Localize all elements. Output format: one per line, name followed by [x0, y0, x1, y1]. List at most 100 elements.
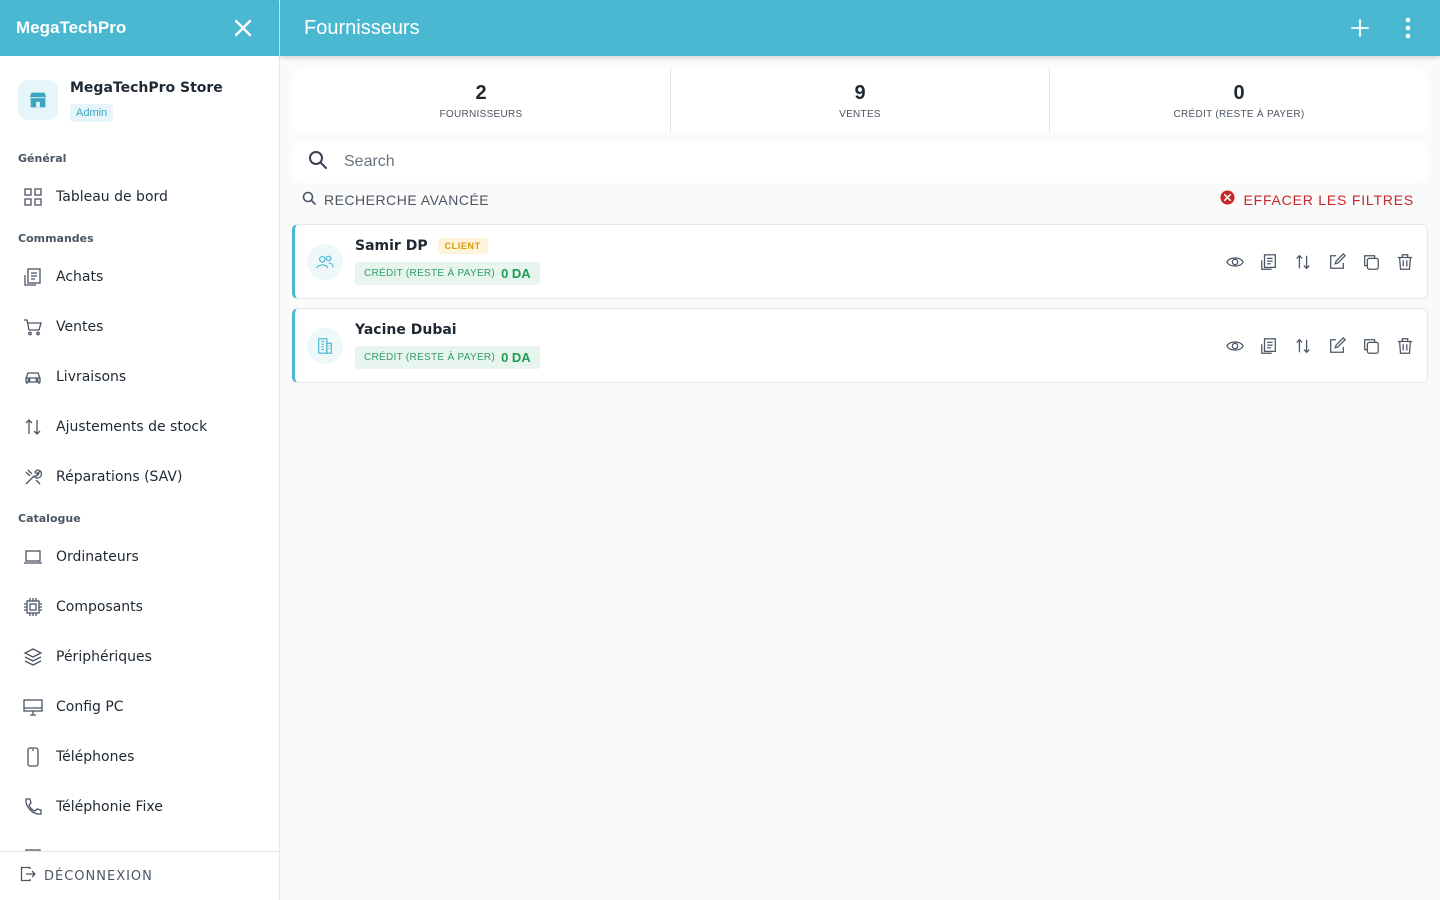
sidebar-item-achats[interactable]: Achats [0, 252, 279, 302]
statement-button[interactable] [1259, 252, 1279, 272]
logout-label: DÉCONNEXION [44, 868, 153, 884]
sidebar-item-composants[interactable]: Composants [0, 582, 279, 632]
receipt-icon [1261, 253, 1276, 270]
supplier-card[interactable]: Samir DP CLIENT CRÉDIT (RESTE À PAYER) 0… [292, 224, 1428, 299]
trash-icon [1397, 337, 1413, 354]
sidebar-item-peripheriques[interactable]: Périphériques [0, 632, 279, 682]
statement-button[interactable] [1259, 336, 1279, 356]
copy-icon [1364, 338, 1379, 354]
close-icon[interactable] [231, 16, 255, 40]
clear-filters-button[interactable]: EFFACER LES FILTRES [1220, 190, 1414, 210]
sidebar-item-label: Achats [56, 269, 104, 285]
sidebar-item-label: Ventes [56, 319, 104, 335]
supplier-card[interactable]: Yacine Dubai CRÉDIT (RESTE À PAYER) 0 DA [292, 308, 1428, 383]
stat-label: CRÉDIT (RESTE À PAYER) [1173, 108, 1305, 120]
credit-chip: CRÉDIT (RESTE À PAYER) 0 DA [355, 262, 540, 285]
supplier-name: Samir DP [355, 238, 428, 254]
add-button[interactable] [1344, 12, 1376, 44]
sidebar-item-dashboard[interactable]: Tableau de bord [0, 172, 279, 222]
view-button[interactable] [1225, 252, 1245, 272]
edit-icon [1330, 336, 1346, 353]
sidebar: MegaTechPro MegaTechPro Store Admin Géné… [0, 0, 280, 900]
advanced-search-button[interactable]: RECHERCHE AVANCÉE [302, 191, 489, 210]
more-menu-button[interactable] [1392, 12, 1424, 44]
credit-chip: CRÉDIT (RESTE À PAYER) 0 DA [355, 346, 540, 369]
view-button[interactable] [1225, 336, 1245, 356]
more-vertical-icon [1405, 17, 1411, 39]
sidebar-item-ordinateurs[interactable]: Ordinateurs [0, 532, 279, 582]
logout-button[interactable]: DÉCONNEXION [0, 851, 279, 900]
delete-button[interactable] [1395, 336, 1415, 356]
search-input[interactable] [344, 153, 1344, 171]
car-icon [22, 366, 44, 388]
eye-icon [1226, 256, 1244, 267]
store-card: MegaTechPro Store Admin [18, 80, 223, 122]
sidebar-item-label: Tableau de bord [56, 189, 168, 205]
swap-icon [22, 416, 44, 438]
search-icon [302, 191, 316, 210]
stat-fournisseurs: 2 FOURNISSEURS [292, 68, 671, 133]
brand-name: MegaTechPro [16, 18, 127, 37]
transfer-button[interactable] [1293, 252, 1313, 272]
stat-label: VENTES [839, 108, 881, 120]
credit-label: CRÉDIT (RESTE À PAYER) [364, 268, 496, 279]
sidebar-item-label: Réparations (SAV) [56, 469, 183, 485]
stat-ventes: 9 VENTES [671, 68, 1050, 133]
stat-value: 2 [475, 81, 487, 104]
close-circle-icon [1220, 190, 1235, 210]
store-icon [18, 80, 58, 120]
landline-icon [22, 796, 44, 818]
tools-icon [22, 466, 44, 488]
users-icon [307, 243, 343, 280]
sidebar-item-livraisons[interactable]: Livraisons [0, 352, 279, 402]
section-catalogue: Catalogue [18, 512, 81, 525]
client-badge: CLIENT [437, 238, 488, 254]
delete-button[interactable] [1395, 252, 1415, 272]
sidebar-item-label: Périphériques [56, 649, 152, 665]
edit-button[interactable] [1327, 336, 1347, 356]
monitor-icon [22, 696, 44, 718]
stat-credit: 0 CRÉDIT (RESTE À PAYER) [1050, 68, 1428, 133]
phone-icon [22, 746, 44, 768]
sidebar-item-reparations[interactable]: Réparations (SAV) [0, 452, 279, 502]
sidebar-item-more[interactable] [0, 832, 279, 851]
search-icon [308, 150, 328, 175]
stat-value: 0 [1233, 81, 1245, 104]
receipt-icon [1261, 337, 1276, 354]
swap-icon [1296, 254, 1310, 269]
plus-icon [1351, 19, 1369, 37]
building-icon [307, 327, 343, 364]
cart-icon [22, 316, 44, 338]
role-badge: Admin [70, 104, 114, 122]
search-bar [292, 141, 1428, 183]
duplicate-button[interactable] [1361, 336, 1381, 356]
laptop-icon [22, 546, 44, 568]
sidebar-item-ventes[interactable]: Ventes [0, 302, 279, 352]
main-content: Fournisseurs 2 FOURNISSEURS 9 VENTES 0 C… [280, 0, 1440, 900]
credit-value: 0 DA [501, 266, 531, 281]
sidebar-item-telephones[interactable]: Téléphones [0, 732, 279, 782]
section-commandes: Commandes [18, 232, 94, 245]
top-bar: Fournisseurs [280, 0, 1440, 56]
filter-bar: RECHERCHE AVANCÉE EFFACER LES FILTRES [292, 188, 1428, 212]
edit-button[interactable] [1327, 252, 1347, 272]
stats-panel: 2 FOURNISSEURS 9 VENTES 0 CRÉDIT (RESTE … [292, 68, 1428, 133]
sidebar-item-label: Téléphones [56, 749, 135, 765]
sidebar-item-telephonie-fixe[interactable]: Téléphonie Fixe [0, 782, 279, 832]
page-title: Fournisseurs [304, 16, 420, 39]
clear-filters-label: EFFACER LES FILTRES [1243, 192, 1414, 208]
sidebar-item-config-pc[interactable]: Config PC [0, 682, 279, 732]
stat-value: 9 [854, 81, 866, 104]
eye-icon [1226, 340, 1244, 351]
sidebar-item-label: Composants [56, 599, 143, 615]
copy-icon [1364, 254, 1379, 270]
sidebar-item-label: Téléphonie Fixe [56, 799, 163, 815]
sidebar-item-ajustements[interactable]: Ajustements de stock [0, 402, 279, 452]
layers-icon [22, 646, 44, 668]
transfer-button[interactable] [1293, 336, 1313, 356]
edit-icon [1330, 252, 1346, 269]
sidebar-item-label: Livraisons [56, 369, 127, 385]
section-general: Général [18, 152, 67, 165]
duplicate-button[interactable] [1361, 252, 1381, 272]
chip-icon [22, 596, 44, 618]
